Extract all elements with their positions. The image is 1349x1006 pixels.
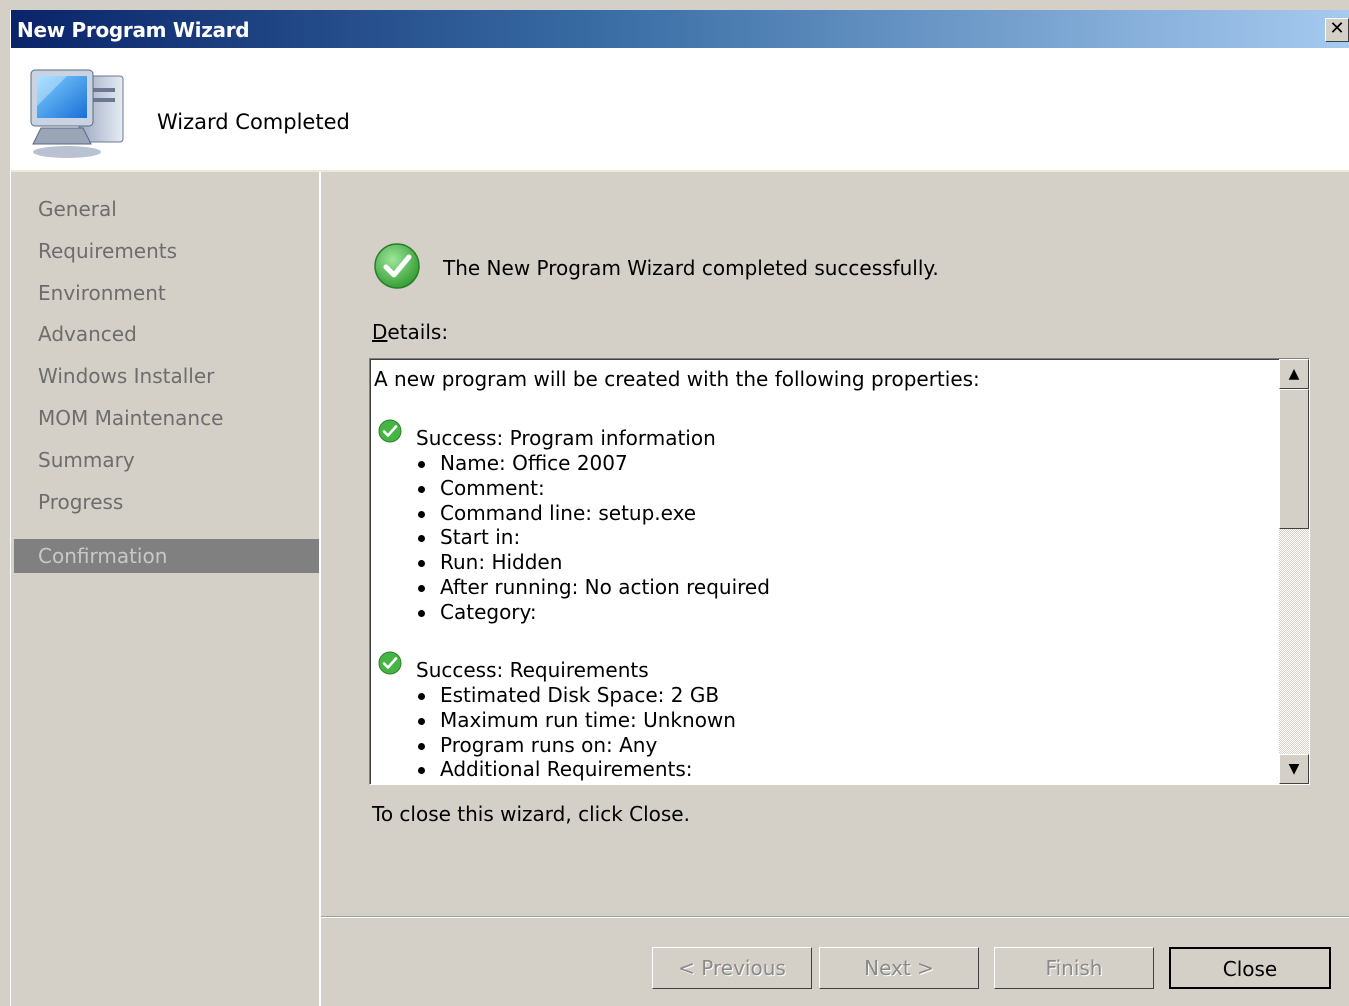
scrollbar-thumb[interactable]: [1279, 389, 1309, 529]
window-title: New Program Wizard: [17, 18, 250, 42]
list-item: Maximum run time: Unknown: [418, 708, 736, 732]
list-item: Category:: [418, 600, 537, 624]
sidebar-item-advanced[interactable]: Advanced: [14, 317, 319, 351]
details-label: Details:: [372, 320, 449, 344]
sidebar-item-summary[interactable]: Summary: [14, 443, 319, 477]
sidebar-item-windows-installer[interactable]: Windows Installer: [14, 359, 319, 393]
sidebar-item-general[interactable]: General: [14, 192, 319, 226]
list-item: Estimated Disk Space: 2 GB: [417, 683, 720, 707]
scroll-down-arrow-icon[interactable]: ▼: [1279, 754, 1309, 784]
wizard-content: The New Program Wizard completed success…: [321, 172, 1349, 1006]
section-title-program-information: Success: Program information: [416, 426, 716, 450]
next-button[interactable]: Next >: [819, 947, 979, 989]
page-title: Wizard Completed: [157, 110, 350, 134]
wizard-window: New Program Wizard ✕ Wizard Completed Ge…: [10, 10, 1349, 1006]
status-message: The New Program Wizard completed success…: [443, 256, 939, 280]
sidebar-item-confirmation[interactable]: Confirmation: [14, 539, 319, 573]
success-check-icon: [374, 243, 420, 289]
computer-setup-icon: [30, 69, 124, 158]
title-bar[interactable]: New Program Wizard ✕: [11, 10, 1349, 48]
finish-button[interactable]: Finish: [994, 947, 1154, 989]
close-button[interactable]: Close: [1169, 947, 1331, 989]
scroll-up-arrow-icon[interactable]: ▲: [1279, 359, 1309, 389]
section-title-requirements: Success: Requirements: [416, 658, 649, 682]
list-item: Comment:: [418, 476, 545, 500]
success-small-icon: [378, 651, 402, 675]
footer-divider: [321, 916, 1349, 918]
close-window-icon[interactable]: ✕: [1325, 18, 1349, 42]
wizard-steps-sidebar: General Requirements Environment Advance…: [14, 172, 321, 1006]
list-item: Name: Office 2007: [418, 451, 628, 475]
sidebar-item-progress[interactable]: Progress: [14, 485, 319, 519]
list-item: Start in:: [417, 525, 521, 549]
previous-button[interactable]: < Previous: [652, 947, 812, 989]
list-item: Command line: setup.exe: [417, 501, 697, 525]
details-intro: A new program will be created with the f…: [374, 367, 980, 391]
list-item: After running: No action required: [418, 575, 770, 599]
sidebar-item-requirements[interactable]: Requirements: [14, 234, 319, 268]
sidebar-item-environment[interactable]: Environment: [14, 276, 319, 310]
list-item: Additional Requirements:: [418, 757, 693, 781]
list-item: Program runs on: Any: [417, 733, 658, 757]
wizard-header: Wizard Completed: [11, 48, 1349, 172]
close-hint-text: To close this wizard, click Close.: [372, 802, 690, 826]
success-small-icon: [378, 419, 402, 443]
list-item: Run: Hidden: [417, 550, 563, 574]
details-scrollbar[interactable]: ▲ ▼: [1279, 359, 1309, 784]
sidebar-item-mom-maintenance[interactable]: MOM Maintenance: [14, 401, 319, 435]
details-textbox[interactable]: A new program will be created with the f…: [369, 358, 1310, 785]
